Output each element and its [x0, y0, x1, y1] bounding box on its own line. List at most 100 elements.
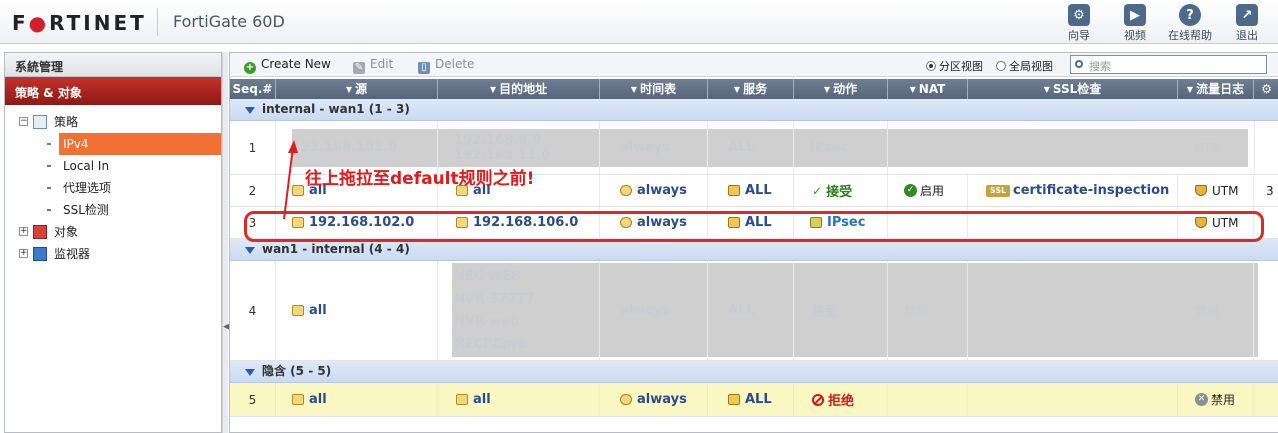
- destination-value[interactable]: NVR web: [454, 314, 520, 329]
- log-value: UTM: [1195, 140, 1222, 155]
- trash-icon: ▯: [418, 62, 430, 74]
- col-schedule[interactable]: ▼ 时间表: [600, 79, 708, 99]
- action-value[interactable]: 接受: [826, 181, 852, 200]
- policy-content: + Create New ✎ Edit ▯ Delete 分区视图 全局视图 搜索 S…: [229, 52, 1278, 433]
- deny-icon: [812, 393, 824, 406]
- collapse-triangle-icon: [245, 369, 255, 376]
- address-icon: [292, 305, 304, 316]
- filter-icon: ▼: [733, 85, 741, 94]
- col-source[interactable]: ▼ 源: [276, 79, 438, 99]
- column-settings-button[interactable]: ⚙: [1254, 79, 1278, 99]
- policy-list-icon: [33, 115, 47, 129]
- collapse-triangle-icon: [245, 247, 255, 254]
- delete-button[interactable]: ▯ Delete: [418, 57, 474, 74]
- schedule-value[interactable]: always: [620, 303, 670, 318]
- pencil-icon: ✎: [353, 62, 365, 74]
- action-value[interactable]: IPsec: [810, 140, 848, 155]
- destination-value[interactable]: NVR 37777: [454, 292, 535, 307]
- plus-icon: +: [244, 62, 256, 74]
- section-internal-wan1[interactable]: internal - wan1 (1 - 3): [230, 99, 1278, 121]
- ssl-icon: SSL: [986, 184, 1010, 197]
- log-value: UTM: [1212, 183, 1239, 198]
- expand-icon[interactable]: +: [19, 227, 28, 236]
- enabled-icon: ✓: [904, 184, 917, 197]
- global-view-radio[interactable]: 全局视图: [996, 58, 1053, 74]
- expand-icon[interactable]: +: [19, 249, 28, 258]
- section-implicit[interactable]: 隐含 (5 - 5): [230, 361, 1278, 383]
- destination-value[interactable]: NECPCpro: [454, 337, 527, 352]
- nat-value: 启用: [920, 184, 945, 198]
- wizard-icon: ⚙: [1068, 4, 1090, 26]
- create-new-button[interactable]: + Create New: [244, 57, 331, 74]
- objects-icon: [33, 225, 47, 239]
- service-value[interactable]: ALL: [745, 183, 772, 198]
- destination-value[interactable]: 192.168.11.0: [454, 148, 550, 163]
- destination-value[interactable]: 192.168.8.0: [454, 133, 541, 148]
- video-button[interactable]: ▶ 视频: [1124, 4, 1146, 43]
- sidebar-collapse-handle[interactable]: ◀: [222, 52, 230, 433]
- col-nat[interactable]: ▼ NAT: [888, 79, 968, 99]
- collapse-icon[interactable]: −: [19, 117, 28, 126]
- source-value[interactable]: all: [309, 392, 327, 407]
- col-traffic-log[interactable]: ▼ 流量日志: [1178, 79, 1254, 99]
- table-row[interactable]: 5 all all always ALL 拒绝 ✕ 禁用: [230, 383, 1278, 417]
- log-value: 禁用: [1211, 393, 1236, 407]
- radio-selected-icon: [926, 61, 936, 71]
- filter-icon: ▼: [1043, 85, 1050, 94]
- tree-node-ssl-inspection[interactable]: SSL检测: [47, 199, 221, 221]
- destination-value[interactable]: all: [473, 392, 491, 407]
- fortinet-logo: F●RTINET: [12, 11, 147, 35]
- action-value[interactable]: 拒绝: [828, 390, 854, 409]
- help-button[interactable]: ? 在线帮助: [1168, 4, 1212, 43]
- wizard-button[interactable]: ⚙ 向导: [1068, 4, 1090, 43]
- tree-node-monitor[interactable]: + 监视器: [5, 243, 221, 265]
- table-row[interactable]: 4 all NEC WEB NVR 37777 NVR web NECPCpro…: [230, 261, 1278, 361]
- col-service[interactable]: ▼ 服务: [708, 79, 794, 99]
- service-icon: [728, 394, 740, 405]
- product-name: FortiGate 60D: [173, 12, 285, 31]
- help-icon: ?: [1179, 4, 1201, 26]
- filter-icon: ▼: [909, 85, 916, 94]
- schedule-value[interactable]: always: [620, 140, 670, 155]
- sidebar: 系統管理 策略 & 对象 − 策略 IPv4 Local In 代理选项 SSL…: [4, 52, 222, 433]
- col-action[interactable]: ▼ 动作: [794, 79, 888, 99]
- col-seq[interactable]: Seq.#: [230, 79, 276, 99]
- tree-node-proxy-options[interactable]: 代理选项: [47, 177, 221, 199]
- search-input[interactable]: 搜索: [1070, 55, 1267, 74]
- filter-icon: ▼: [345, 85, 353, 94]
- disabled-icon: ✕: [1195, 393, 1208, 406]
- tree-node-local-in[interactable]: Local In: [47, 155, 221, 177]
- edit-button[interactable]: ✎ Edit: [353, 57, 393, 74]
- section-wan1-internal[interactable]: wan1 - internal (4 - 4): [230, 239, 1278, 261]
- check-icon: ✓: [812, 183, 823, 198]
- service-value[interactable]: ALL: [728, 303, 755, 318]
- destination-value[interactable]: NEC WEB: [454, 269, 521, 284]
- highlight-box: [244, 211, 1264, 242]
- collapse-triangle-icon: [245, 107, 255, 114]
- tree-node-objects[interactable]: + 对象: [5, 221, 221, 243]
- schedule-value[interactable]: always: [637, 392, 687, 407]
- action-value[interactable]: 接受: [812, 301, 838, 320]
- schedule-value[interactable]: always: [637, 183, 687, 198]
- source-value[interactable]: all: [309, 303, 327, 318]
- logout-icon: ↗: [1236, 4, 1258, 26]
- row-extra-value: 3: [1266, 183, 1274, 198]
- tree-node-policy[interactable]: − 策略: [5, 111, 221, 133]
- service-value[interactable]: ALL: [745, 392, 772, 407]
- tree-node-ipv4[interactable]: IPv4: [47, 133, 221, 155]
- col-ssl-inspection[interactable]: ▼ SSL检查: [968, 79, 1178, 99]
- logout-button[interactable]: ↗ 退出: [1236, 4, 1258, 43]
- nat-value: 禁用: [904, 304, 929, 318]
- ssl-value[interactable]: certificate-inspection: [1013, 183, 1169, 198]
- filter-icon: ▼: [1186, 85, 1194, 94]
- section-view-radio[interactable]: 分区视图: [926, 58, 983, 74]
- nav-tree: − 策略 IPv4 Local In 代理选项 SSL检测 + 对象 + 监视器: [5, 105, 221, 265]
- col-destination[interactable]: ▼ 目的地址: [438, 79, 600, 99]
- schedule-icon: [620, 394, 632, 405]
- policy-table: Seq.# ▼ 源 ▼ 目的地址 ▼ 时间表 ▼ 服务 ▼ 动作 ▼ NAT ▼ SSL检查 …: [230, 79, 1278, 417]
- service-value[interactable]: ALL: [728, 140, 755, 155]
- table-header: Seq.# ▼ 源 ▼ 目的地址 ▼ 时间表 ▼ 服务 ▼ 动作 ▼ NAT ▼ SSL检查 …: [230, 79, 1278, 99]
- sidebar-system-admin[interactable]: 系統管理: [5, 53, 221, 77]
- sidebar-policy-objects[interactable]: 策略 & 对象: [5, 77, 221, 105]
- gear-icon: ⚙: [1261, 82, 1272, 96]
